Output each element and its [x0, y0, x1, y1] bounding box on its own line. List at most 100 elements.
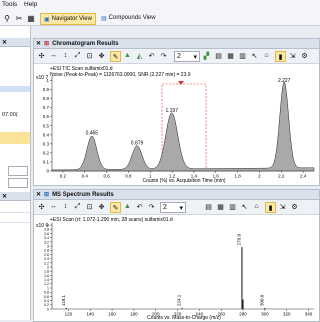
autoscale-y-icon[interactable]: ↕ [61, 51, 70, 60]
chromatogram-toolbar: ✣ ↔ ↕ ⤢ ⊡ ✥ ✎ ▲ ◭ ↶ ↷ 2 ▾ ▞ ▤ ▦ ▥ ↖ ⌂ ▮ ⇲… [34, 49, 319, 64]
panel-title: MS Spectrum Results [52, 191, 114, 198]
left-panel-header-2: ✕ [0, 192, 30, 201]
ms-xlabel: Counts vs. Mass-to-Charge (m/z) [147, 315, 221, 321]
selection-marker-icon[interactable] [178, 81, 184, 85]
undo-icon[interactable]: ↶ [135, 202, 144, 211]
ms-toolbar: ✣ ↔ ↕ ⤢ ⊡ ✥ ✎ ▲ ↶ ↷ 2 ▾ ▤ ▦ ▥ ↖ ⌂ ▮ ⇲ ⚙ [34, 200, 319, 215]
peak-label: 118.1 [61, 295, 66, 306]
pan-icon[interactable]: ✥ [97, 202, 106, 211]
x-tick-label: 2.2 [278, 174, 285, 179]
peak-icon[interactable]: ▲ [123, 202, 132, 211]
left-field[interactable] [8, 178, 28, 188]
scissors-icon[interactable]: ✂ [14, 13, 24, 23]
select-icon[interactable]: ✣ [37, 202, 46, 211]
x-tick-label: 1.8 [234, 174, 241, 179]
list-icon[interactable]: ▤ [204, 202, 213, 211]
export-icon[interactable]: ⇲ [278, 202, 287, 211]
x-tick-label: 120 [65, 312, 73, 317]
table-icon[interactable]: ▦ [216, 202, 225, 211]
peak-pick-icon[interactable]: ✎ [110, 202, 121, 213]
menu-tools[interactable]: Tools [2, 1, 17, 8]
x-tick-label: 180 [130, 312, 138, 317]
close-icon[interactable]: ✕ [2, 193, 7, 200]
zoom-icon[interactable]: ⤢ [73, 51, 82, 60]
left-highlight-bar [0, 132, 30, 144]
undo-icon[interactable]: ↶ [147, 51, 156, 60]
close-icon[interactable]: ✕ [36, 40, 41, 47]
x-tick-label: 280 [239, 312, 247, 317]
x-tick-label: 0.2 [60, 174, 67, 179]
left-value: 07.00( [2, 112, 18, 118]
ms-spectrum-panel: ✕ ⊞ MS Spectrum Results ✣ ↔ ↕ ⤢ ⊡ ✥ ✎ ▲ … [33, 189, 320, 322]
cursor-icon[interactable]: ↖ [240, 202, 249, 211]
stack-icon[interactable]: ▥ [228, 202, 237, 211]
close-icon[interactable]: ✕ [36, 191, 41, 198]
x-tick-label: 2.4 [300, 174, 307, 179]
y-tick-label: 0 [47, 307, 49, 311]
fit-icon[interactable]: ⊡ [85, 202, 94, 211]
main-toolbar: ⚲ ✂ ▦ ▣ Navigator View ▤ Compounds View [0, 11, 320, 26]
x-tick-label: 0.8 [125, 174, 132, 179]
peak-pick-icon[interactable]: ✎ [110, 51, 121, 62]
zoom-select[interactable]: 2 ▾ [174, 51, 200, 62]
ms-info-1: +ESI Scan (rt: 1.072-1.290 min, 28 scans… [50, 217, 173, 223]
autoscale-y-icon[interactable]: ↕ [61, 202, 70, 211]
x-tick-label: 140 [86, 312, 94, 317]
label-icon[interactable]: ⌂ [252, 202, 261, 211]
chevron-down-icon: ▾ [179, 204, 183, 212]
ms-spectrum-header: ✕ ⊞ MS Spectrum Results [34, 190, 319, 200]
y-tick-label: 0.9 [43, 87, 50, 92]
x-tick-label: 2 [258, 174, 261, 179]
x-tick-label: 340 [305, 312, 313, 317]
highlight-icon[interactable]: ▮ [275, 51, 286, 62]
fit-icon[interactable]: ⊡ [85, 51, 94, 60]
highlight-icon[interactable]: ▮ [265, 202, 276, 213]
x-tick-label: 0.4 [82, 174, 89, 179]
chrom-info-2: Noise (Peak-to-Peak) = 1126763.0000, SNR… [50, 72, 191, 78]
y-tick-label: 0 [46, 169, 49, 174]
settings-icon[interactable]: ⚙ [300, 51, 309, 60]
left-panel-header: ✕ [0, 38, 30, 47]
integrate-icon[interactable]: ◭ [135, 51, 144, 60]
list-item[interactable] [0, 214, 30, 223]
left-field[interactable] [8, 166, 28, 176]
tab-compounds-view[interactable]: ▤ Compounds View [98, 13, 159, 23]
left-row-selected[interactable] [0, 86, 30, 92]
close-icon[interactable]: ✕ [2, 39, 7, 46]
peak-label: 279.0 [236, 233, 241, 245]
navigator-icon: ▣ [44, 16, 50, 23]
overlay-icon[interactable]: ▞ [202, 51, 211, 60]
peak-label: 0.879 [131, 140, 144, 146]
grid-icon[interactable]: ▦ [26, 13, 36, 23]
settings-icon[interactable]: ⚙ [290, 202, 299, 211]
autoscale-x-icon[interactable]: ↔ [49, 202, 58, 211]
cursor-icon[interactable]: ↖ [250, 51, 259, 60]
autoscale-x-icon[interactable]: ↔ [49, 51, 58, 60]
table-icon[interactable]: ▦ [226, 51, 235, 60]
label-icon[interactable]: ⌂ [262, 51, 271, 60]
y-tick-label: 0.4 [43, 132, 50, 137]
peak-icon[interactable]: ▲ [123, 51, 132, 60]
list-icon[interactable]: ▤ [214, 51, 223, 60]
zoom-value: 2 [177, 53, 181, 60]
y-tick-label: 0.7 [43, 105, 50, 110]
stack-icon[interactable]: ▥ [238, 51, 247, 60]
pan-icon[interactable]: ✥ [97, 51, 106, 60]
select-icon[interactable]: ✣ [37, 51, 46, 60]
zoom-select[interactable]: 2 ▾ [160, 202, 186, 213]
binoculars-icon[interactable]: ⚲ [2, 13, 12, 23]
zoom-value: 2 [163, 204, 167, 211]
y-tick-label: 0.1 [43, 159, 50, 164]
export-icon[interactable]: ⇲ [288, 51, 297, 60]
redo-icon[interactable]: ↷ [147, 202, 156, 211]
chrom-xlabel: Counts (%) vs. Acquisition Time (min) [142, 178, 225, 184]
tab-navigator-view[interactable]: ▣ Navigator View [40, 13, 96, 25]
menu-help[interactable]: Help [24, 1, 37, 8]
y-tick-label: 0.5 [43, 123, 50, 128]
chromatogram-plot: +ESI TIC Scan sulfamix01.d Noise (Peak-t… [36, 66, 315, 184]
y-tick-label: 0.8 [43, 96, 50, 101]
y-tick-label: 1 [46, 78, 49, 83]
list-item[interactable] [0, 204, 30, 213]
redo-icon[interactable]: ↷ [159, 51, 168, 60]
zoom-icon[interactable]: ⤢ [73, 202, 82, 211]
